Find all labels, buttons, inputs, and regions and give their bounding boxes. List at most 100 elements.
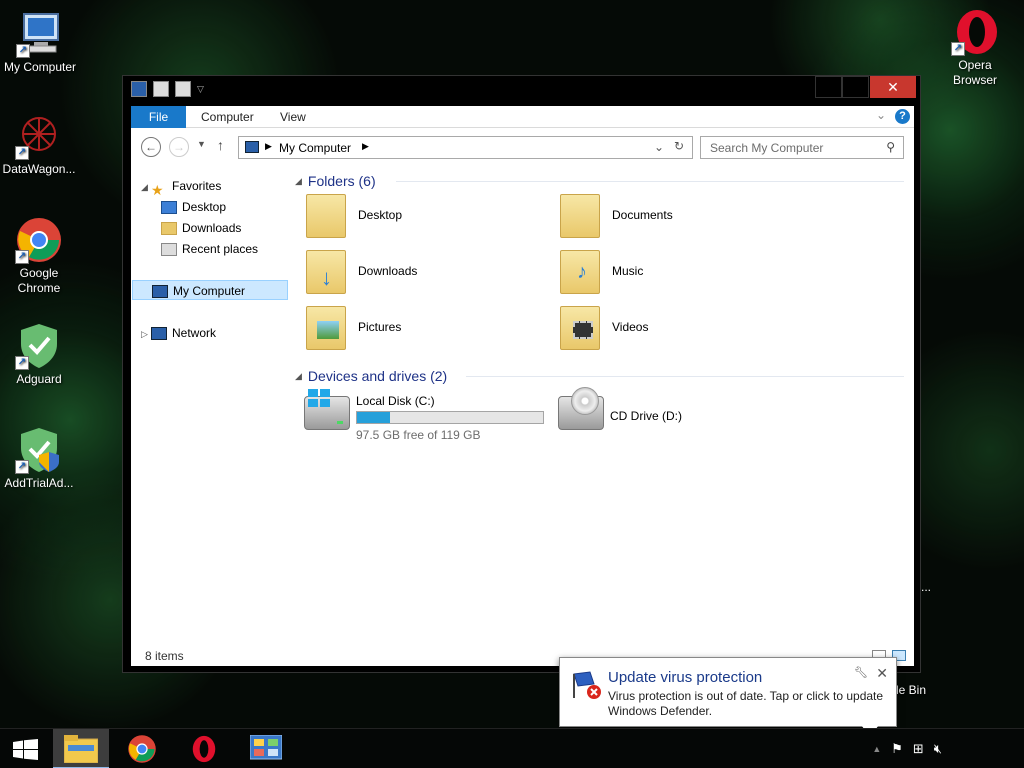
expand-ribbon-chevron-icon[interactable]: ⌄ bbox=[876, 108, 886, 122]
search-input[interactable]: Search My Computer ⚲ bbox=[700, 136, 904, 159]
nav-label: My Computer bbox=[173, 284, 246, 298]
shortcut-arrow-icon: ↗ bbox=[15, 250, 29, 264]
close-notification-icon[interactable]: ✕ bbox=[876, 665, 888, 682]
up-arrow-icon[interactable]: ↑ bbox=[217, 137, 224, 153]
desktop-icon-datawagon[interactable]: ↗ DataWagon... bbox=[0, 112, 79, 177]
new-folder-icon[interactable] bbox=[175, 81, 191, 97]
collapse-group-icon[interactable]: ◢ bbox=[295, 176, 302, 186]
minimize-button[interactable] bbox=[815, 76, 842, 98]
shortcut-arrow-icon: ↗ bbox=[951, 42, 965, 56]
nav-item-recent-places[interactable]: Recent places bbox=[161, 239, 258, 259]
desktop-icon-addtrialad[interactable]: ↗ AddTrialAd... bbox=[0, 426, 79, 491]
shortcut-arrow-icon: ↗ bbox=[15, 356, 29, 370]
group-header-devices[interactable]: ◢ Devices and drives (2) bbox=[295, 368, 447, 384]
file-explorer-icon bbox=[64, 735, 98, 763]
close-button[interactable]: ✕ bbox=[870, 76, 916, 98]
shortcut-arrow-icon: ↗ bbox=[16, 44, 30, 58]
notification-title: Update virus protection bbox=[608, 669, 763, 686]
nav-label: Downloads bbox=[182, 221, 242, 235]
refresh-icon[interactable]: ↻ bbox=[674, 139, 684, 153]
group-divider bbox=[396, 181, 904, 182]
folder-name: Music bbox=[612, 264, 644, 278]
address-bar[interactable]: ▶ My Computer ▶ ⌄ ↻ bbox=[238, 136, 693, 159]
recycle-bin-label-partial[interactable]: le Bin bbox=[896, 683, 926, 697]
folder-desktop[interactable]: Desktop bbox=[306, 192, 546, 240]
chrome-icon bbox=[128, 735, 156, 763]
nav-item-favorites[interactable]: ★ Favorites bbox=[151, 176, 221, 198]
drive-name: CD Drive (D:) bbox=[610, 409, 682, 423]
tab-view[interactable]: View bbox=[266, 106, 320, 128]
desktop-icon-my-computer[interactable]: ↗ My Computer bbox=[0, 10, 80, 75]
taskbar-opera[interactable] bbox=[176, 729, 232, 768]
volume-muted-icon[interactable]: 🔇︎ bbox=[934, 741, 942, 757]
settings-wrench-icon[interactable]: 🔧︎ bbox=[854, 666, 868, 679]
pictures-folder-icon bbox=[306, 306, 346, 350]
control-panel-icon bbox=[250, 735, 282, 760]
title-bar[interactable]: ▽ ✕ bbox=[123, 76, 920, 104]
drive-name: Local Disk (C:) bbox=[356, 394, 435, 408]
taskbar-control-panel[interactable] bbox=[238, 729, 294, 768]
taskbar-file-explorer[interactable] bbox=[53, 729, 109, 768]
folder-pictures[interactable]: Pictures bbox=[306, 304, 546, 352]
customize-chevron-icon[interactable]: ▽ bbox=[197, 84, 204, 95]
start-button[interactable] bbox=[0, 729, 52, 768]
breadcrumb-separator-icon[interactable]: ▶ bbox=[265, 141, 272, 152]
collapse-group-icon[interactable]: ◢ bbox=[295, 371, 302, 381]
nav-item-downloads[interactable]: Downloads bbox=[161, 218, 241, 238]
address-history-chevron-icon[interactable]: ⌄ bbox=[654, 140, 664, 154]
folder-downloads[interactable]: ↓ Downloads bbox=[306, 248, 546, 296]
defender-notification[interactable]: Update virus protection Virus protection… bbox=[559, 657, 897, 727]
folder-name: Videos bbox=[612, 320, 649, 334]
collapse-favorites-icon[interactable]: ◢ bbox=[141, 182, 148, 193]
explorer-window: ▽ ✕ File Computer View ⌄ ? ← → ▼ ↑ ▶ My … bbox=[122, 75, 921, 673]
nav-label: Recent places bbox=[182, 242, 259, 256]
folder-music[interactable]: ♪ Music bbox=[560, 248, 800, 296]
hard-drive-icon bbox=[304, 389, 350, 430]
group-header-folders[interactable]: ◢ Folders (6) bbox=[295, 173, 376, 189]
security-flag-error-icon bbox=[572, 670, 602, 699]
content-area: ◢ ★ Favorites Desktop Downloads Recent pl… bbox=[131, 168, 914, 666]
network-tray-icon[interactable]: ⊞ bbox=[913, 741, 924, 757]
show-hidden-icons-chevron-icon[interactable]: ▲ bbox=[872, 744, 881, 757]
datawagon-icon: ↗ bbox=[15, 112, 63, 160]
folder-documents[interactable]: Documents bbox=[560, 192, 800, 240]
file-list: ◢ Folders (6) Desktop Documents ↓ Downloa… bbox=[295, 168, 914, 628]
navigation-pane: ◢ ★ Favorites Desktop Downloads Recent pl… bbox=[131, 168, 291, 618]
desktop-icon-google-chrome[interactable]: ↗ Google Chrome bbox=[0, 216, 79, 296]
quick-access-toolbar: ▽ bbox=[131, 81, 204, 97]
search-icon[interactable]: ⚲ bbox=[886, 140, 895, 154]
desktop-icon-opera[interactable]: ↗ Opera Browser bbox=[935, 8, 1015, 88]
help-icon[interactable]: ? bbox=[895, 109, 910, 124]
folder-name: Pictures bbox=[358, 320, 402, 334]
group-title: Folders (6) bbox=[307, 173, 376, 189]
nav-item-my-computer[interactable]: My Computer bbox=[132, 280, 288, 300]
desktop-icon-adguard[interactable]: ↗ Adguard bbox=[0, 322, 79, 387]
back-button[interactable]: ← bbox=[141, 137, 161, 157]
nav-item-network[interactable]: Network bbox=[151, 323, 216, 343]
expand-network-icon[interactable]: ▷ bbox=[141, 329, 148, 340]
nav-item-desktop[interactable]: Desktop bbox=[161, 197, 226, 217]
action-center-flag-error-icon[interactable]: ⚑ bbox=[891, 741, 903, 757]
desktop-icon-label: Google Chrome bbox=[17, 266, 61, 295]
properties-icon[interactable] bbox=[153, 81, 169, 97]
navigation-bar: ← → ▼ ↑ ▶ My Computer ▶ ⌄ ↻ Search My Co… bbox=[131, 128, 914, 168]
breadcrumb-my-computer[interactable]: My Computer bbox=[279, 141, 351, 155]
maximize-button[interactable] bbox=[842, 76, 869, 98]
breadcrumb-separator-icon[interactable]: ▶ bbox=[362, 141, 369, 152]
taskbar-google-chrome[interactable] bbox=[114, 729, 170, 768]
chrome-icon: ↗ bbox=[15, 216, 63, 264]
drive-cd-d[interactable]: CD Drive (D:) bbox=[558, 387, 758, 440]
tab-computer[interactable]: Computer bbox=[187, 106, 268, 128]
recent-locations-chevron-icon[interactable]: ▼ bbox=[197, 139, 206, 149]
desktop-icon-label: Adguard bbox=[16, 372, 62, 386]
drive-free-space: 97.5 GB free of 119 GB bbox=[356, 428, 481, 442]
recent-places-small-icon bbox=[161, 243, 177, 257]
tab-file[interactable]: File bbox=[131, 106, 186, 128]
nav-label: Network bbox=[172, 326, 217, 340]
forward-button[interactable]: → bbox=[169, 137, 189, 157]
folder-videos[interactable]: Videos bbox=[560, 304, 800, 352]
folder-name: Desktop bbox=[358, 208, 403, 222]
drive-local-disk-c[interactable]: Local Disk (C:) 97.5 GB free of 119 GB bbox=[304, 389, 554, 442]
music-folder-icon: ♪ bbox=[560, 250, 600, 294]
notification-message: Virus protection is out of date. Tap or … bbox=[608, 689, 884, 718]
